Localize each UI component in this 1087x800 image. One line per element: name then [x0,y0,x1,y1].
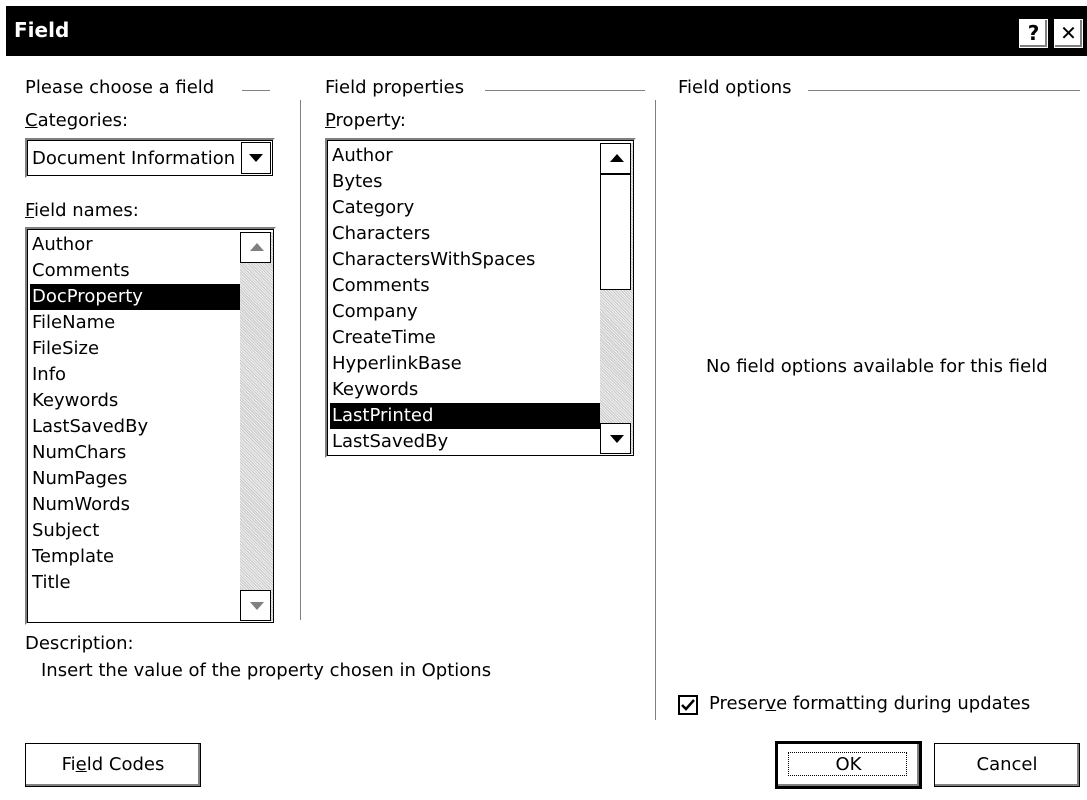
chevron-down-icon [249,154,263,162]
list-item[interactable]: Comments [330,273,600,299]
property-scrollbar[interactable] [600,143,633,454]
field-names-scrollbar[interactable] [240,232,273,621]
list-item[interactable]: Author [330,143,600,169]
list-item[interactable]: Subject [30,518,240,544]
field-names-list[interactable]: Author Comments DocProperty FileName FileSiz… [25,227,276,625]
scroll-down-button[interactable] [600,423,631,454]
description-label: Description: [25,633,134,654]
preserve-formatting-checkbox[interactable] [678,695,698,715]
property-list[interactable]: Author Bytes Category Characters CharactersW… [325,138,636,458]
group-label-field-properties: Field properties [325,77,465,98]
list-item[interactable]: Keywords [30,388,240,414]
list-item[interactable]: Company [330,299,600,325]
column-divider-2 [655,100,657,720]
scroll-up-button[interactable] [600,143,631,174]
list-item[interactable]: DocProperty [30,284,240,310]
scroll-thumb[interactable] [600,174,631,290]
field-codes-button[interactable]: Field Codes [25,743,201,787]
checkmark-icon [681,699,695,711]
cancel-button-label: Cancel [976,754,1038,775]
scroll-up-icon [610,154,624,162]
list-item[interactable]: NumPages [30,466,240,492]
field-names-items: Author Comments DocProperty FileName FileSiz… [30,232,240,596]
scroll-up-icon [250,243,264,251]
list-item[interactable]: LastSavedBy [30,414,240,440]
categories-dropdown-button[interactable] [241,142,271,174]
field-names-label: Field names: [25,200,139,221]
focus-indicator [788,752,907,776]
categories-selected-value: Document Information [32,148,236,169]
categories-dropdown[interactable]: Document Information [25,138,275,178]
categories-label: Categories: [25,110,129,131]
list-item[interactable]: Info [30,362,240,388]
property-items: Author Bytes Category Characters CharactersW… [330,143,600,455]
help-icon: ? [1027,21,1040,45]
scroll-down-icon [250,602,264,610]
close-icon: ✕ [1060,21,1077,45]
list-item[interactable]: Characters [330,221,600,247]
preserve-formatting-label[interactable]: Preserve formatting during updates [709,693,1030,714]
group-divider [485,90,645,92]
description-text: Insert the value of the property chosen … [41,660,492,681]
group-divider [242,90,270,92]
list-item[interactable]: Comments [30,258,240,284]
title-bar[interactable]: Field ? ✕ [6,6,1087,56]
column-divider-1 [300,100,302,620]
list-item[interactable]: Template [30,544,240,570]
list-item[interactable]: FileName [30,310,240,336]
window-title: Field [14,18,70,42]
list-item[interactable]: Keywords [330,377,600,403]
no-options-message: No field options available for this fiel… [706,356,1048,377]
list-item[interactable]: Bytes [330,169,600,195]
list-item[interactable]: Title [30,570,240,596]
scroll-up-button[interactable] [240,232,271,263]
list-item[interactable]: NumChars [30,440,240,466]
list-item[interactable]: CharactersWithSpaces [330,247,600,273]
list-item[interactable]: CreateTime [330,325,600,351]
cancel-button[interactable]: Cancel [934,743,1080,787]
list-item[interactable]: Author [30,232,240,258]
list-item[interactable]: HyperlinkBase [330,351,600,377]
group-label-field-options: Field options [678,77,792,98]
scroll-down-button[interactable] [240,590,271,621]
list-item[interactable]: NumWords [30,492,240,518]
property-label: Property: [325,110,406,131]
list-item[interactable]: FileSize [30,336,240,362]
list-item[interactable]: Category [330,195,600,221]
group-divider [808,90,1080,92]
ok-button[interactable]: OK [775,741,922,789]
close-button[interactable]: ✕ [1054,19,1083,48]
list-item[interactable]: LastPrinted [330,403,600,429]
scroll-down-icon [610,435,624,443]
group-label-choose-field: Please choose a field [25,77,215,98]
help-button[interactable]: ? [1019,19,1048,48]
list-item[interactable]: LastSavedBy [330,429,600,455]
